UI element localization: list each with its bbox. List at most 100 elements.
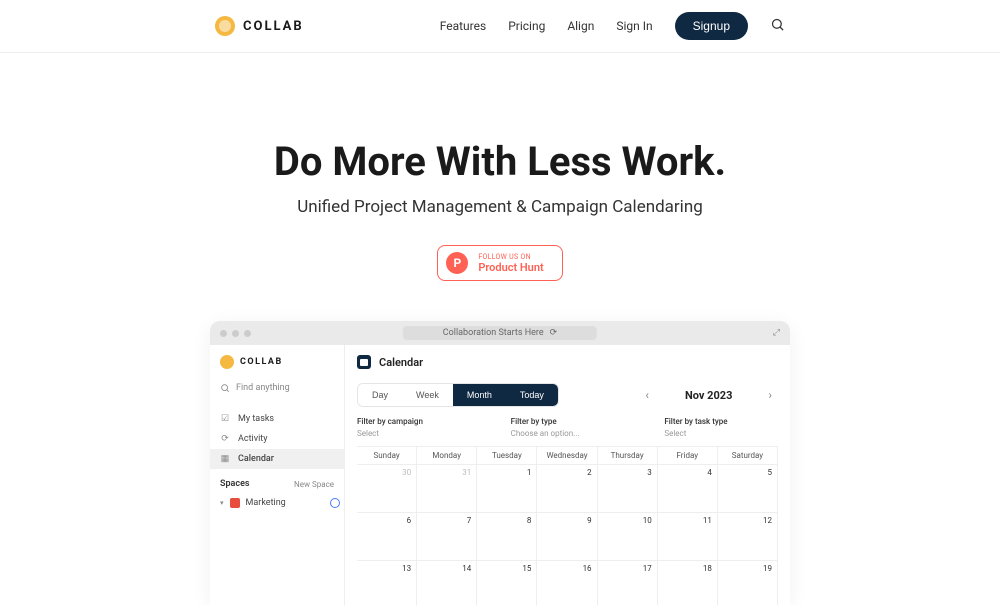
page-title: Calendar — [379, 356, 423, 369]
filter-value: Select — [357, 429, 471, 438]
filter-value: Choose an option... — [511, 429, 625, 438]
calendar-cell[interactable]: 17 — [598, 561, 658, 605]
calendar-day-header: Tuesday — [477, 447, 537, 465]
space-color-icon — [230, 498, 240, 508]
calendar-cell[interactable]: 12 — [718, 513, 778, 561]
calendar-day-header: Wednesday — [537, 447, 597, 465]
filters-row: Filter by campaign Select Filter by type… — [357, 417, 778, 438]
nav-align[interactable]: Align — [567, 19, 594, 33]
signup-button[interactable]: Signup — [675, 12, 748, 40]
filter-task-type[interactable]: Filter by task type Select — [664, 417, 778, 438]
sidebar-item-mytasks[interactable]: ☑ My tasks — [210, 409, 344, 429]
calendar-cell[interactable]: 4 — [658, 465, 718, 513]
calendar-cell[interactable]: 1 — [477, 465, 537, 513]
logo-text: COLLAB — [243, 19, 304, 34]
calendar-cell[interactable]: 15 — [477, 561, 537, 605]
ph-bottom-text: Product Hunt — [478, 261, 543, 274]
view-switcher: Day Week Month Today — [357, 383, 559, 407]
sidebar-item-activity[interactable]: ⟳ Activity — [210, 429, 344, 449]
sidebar-item-calendar[interactable]: ▦ Calendar — [210, 449, 344, 469]
sidebar-nav: ☑ My tasks ⟳ Activity ▦ Calendar — [210, 409, 344, 469]
month-label: Nov 2023 — [685, 389, 732, 402]
calendar-cell[interactable]: 13 — [357, 561, 417, 605]
sidebar-spaces-header: Spaces New Space — [210, 469, 344, 493]
spaces-title: Spaces — [220, 479, 250, 489]
calendar-cell[interactable]: 7 — [417, 513, 477, 561]
filter-label: Filter by campaign — [357, 417, 471, 426]
hero-title: Do More With Less Work. — [0, 138, 1000, 185]
product-hunt-badge[interactable]: P FOLLOW US ON Product Hunt — [437, 245, 562, 281]
sidebar-space-marketing[interactable]: ▾ Marketing — [210, 493, 344, 513]
view-today-button[interactable]: Today — [506, 384, 558, 406]
tasks-icon: ☑ — [220, 414, 230, 424]
window-dot — [244, 330, 251, 337]
sidebar-search[interactable]: Find anything — [210, 379, 344, 397]
main-content: Calendar Day Week Month Today ‹ Nov 2023… — [345, 345, 790, 605]
calendar-cell[interactable]: 3 — [598, 465, 658, 513]
next-month-button[interactable]: › — [762, 388, 778, 402]
calendar-cell[interactable]: 10 — [598, 513, 658, 561]
window-dot — [220, 330, 227, 337]
calendar-cell[interactable]: 9 — [537, 513, 597, 561]
nav-signin[interactable]: Sign In — [616, 19, 652, 33]
new-space-button[interactable]: New Space — [294, 480, 334, 489]
filter-label: Filter by type — [511, 417, 625, 426]
sidebar-logo-icon — [220, 355, 234, 369]
sidebar: COLLAB Find anything ☑ My tasks ⟳ Activi… — [210, 345, 345, 605]
calendar-cell[interactable]: 11 — [658, 513, 718, 561]
calendar-cell[interactable]: 8 — [477, 513, 537, 561]
app-body: COLLAB Find anything ☑ My tasks ⟳ Activi… — [210, 345, 790, 605]
hero-subtitle: Unified Project Management & Campaign Ca… — [0, 197, 1000, 217]
site-header: COLLAB Features Pricing Align Sign In Si… — [0, 0, 1000, 53]
calendar-cell[interactable]: 6 — [357, 513, 417, 561]
top-nav: Features Pricing Align Sign In Signup — [440, 12, 785, 40]
calendar-icon: ▦ — [220, 454, 230, 464]
sidebar-item-label: Activity — [238, 434, 267, 444]
page-header: Calendar — [357, 355, 778, 369]
search-icon[interactable] — [770, 17, 785, 36]
search-placeholder: Find anything — [236, 383, 290, 393]
calendar-cell[interactable]: 14 — [417, 561, 477, 605]
reload-icon: ⟳ — [550, 328, 558, 338]
sidebar-item-label: Calendar — [238, 454, 274, 464]
calendar-grid: SundayMondayTuesdayWednesdayThursdayFrid… — [357, 446, 778, 605]
activity-icon: ⟳ — [220, 434, 230, 444]
calendar-cell[interactable]: 19 — [718, 561, 778, 605]
calendar-cell[interactable]: 18 — [658, 561, 718, 605]
prev-month-button[interactable]: ‹ — [639, 388, 655, 402]
space-indicator-icon — [330, 498, 340, 508]
window-titlebar: Collaboration Starts Here ⟳ ⤢ — [210, 321, 790, 345]
calendar-day-header: Thursday — [598, 447, 658, 465]
titlebar-label: Collaboration Starts Here ⟳ — [403, 326, 597, 340]
calendar-day-header: Saturday — [718, 447, 778, 465]
product-hunt-icon: P — [446, 252, 468, 274]
calendar-cell[interactable]: 2 — [537, 465, 597, 513]
nav-features[interactable]: Features — [440, 19, 486, 33]
calendar-day-header: Sunday — [357, 447, 417, 465]
window-controls — [220, 330, 251, 337]
nav-pricing[interactable]: Pricing — [508, 19, 545, 33]
calendar-day-header: Monday — [417, 447, 477, 465]
logo[interactable]: COLLAB — [215, 16, 304, 36]
view-week-button[interactable]: Week — [402, 384, 453, 406]
filter-type[interactable]: Filter by type Choose an option... — [511, 417, 625, 438]
calendar-cell[interactable]: 16 — [537, 561, 597, 605]
hero-section: Do More With Less Work. Unified Project … — [0, 53, 1000, 281]
expand-icon: ⤢ — [773, 328, 780, 338]
chevron-down-icon: ▾ — [220, 499, 224, 507]
calendar-day-header: Friday — [658, 447, 718, 465]
search-icon — [220, 383, 230, 393]
calendar-cell[interactable]: 5 — [718, 465, 778, 513]
filter-label: Filter by task type — [664, 417, 778, 426]
sidebar-logo: COLLAB — [210, 355, 344, 379]
calendar-header-icon — [357, 355, 371, 369]
logo-icon — [215, 16, 235, 36]
calendar-cell[interactable]: 30 — [357, 465, 417, 513]
filter-value: Select — [664, 429, 778, 438]
sidebar-item-label: My tasks — [238, 414, 274, 424]
view-day-button[interactable]: Day — [358, 384, 402, 406]
view-month-button[interactable]: Month — [453, 384, 506, 406]
filter-campaign[interactable]: Filter by campaign Select — [357, 417, 471, 438]
calendar-cell[interactable]: 31 — [417, 465, 477, 513]
window-dot — [232, 330, 239, 337]
